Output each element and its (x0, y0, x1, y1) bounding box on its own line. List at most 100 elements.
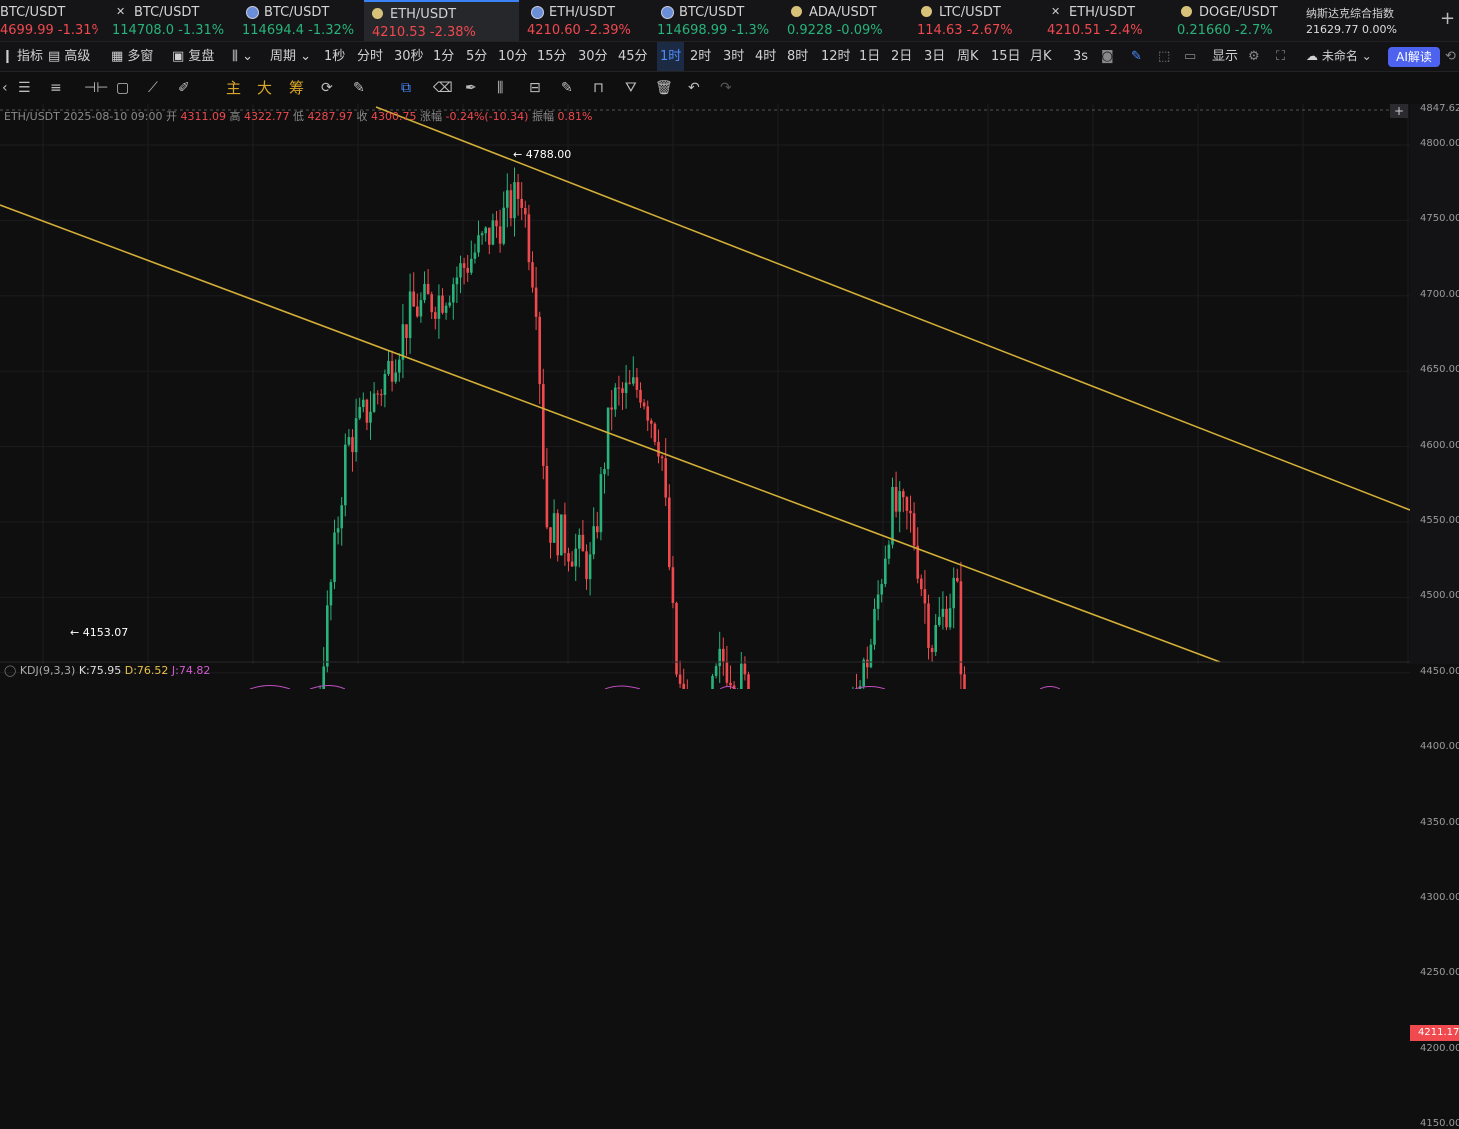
undo-icon[interactable]: ↶ (688, 78, 700, 98)
ticker-btc-usdt-1[interactable]: ✕ BTC/USDT 114708.0 -1.31% (112, 0, 240, 41)
add-ticker-icon[interactable]: + (1440, 8, 1455, 29)
period-4[interactable]: 5分 (466, 42, 487, 71)
ruler-icon[interactable]: ✐ (178, 78, 190, 98)
segment-icon[interactable]: ⊣⊢ (84, 78, 108, 98)
ticker---10[interactable]: 纳斯达克综合指数 21629.77 0.00% (1306, 0, 1424, 41)
period-12[interactable]: 4时 (755, 42, 776, 71)
horizontal-lines-icon[interactable]: ☰ (18, 78, 31, 98)
ticker-btc-usdt-2[interactable]: BTC/USDT 114694.4 -1.32% (242, 0, 362, 41)
share-icon[interactable]: ⟲ (1445, 42, 1456, 71)
ticker-doge-usdt-9[interactable]: DOGE/USDT 0.21660 -2.7% (1177, 0, 1305, 41)
magnet-icon[interactable]: ⊓ (593, 78, 604, 98)
period-6[interactable]: 15分 (537, 42, 567, 71)
parallel-lines-icon[interactable]: ≡ (50, 78, 62, 98)
period-17[interactable]: 3日 (924, 42, 945, 71)
lock-icon[interactable]: ⊟ (529, 78, 541, 98)
candle-body (560, 514, 563, 556)
candle-body (480, 233, 484, 236)
pencil-icon[interactable]: ✎ (1131, 42, 1142, 71)
chart-type-button[interactable]: ⫼ ⌄ (232, 42, 253, 71)
candle-body (711, 675, 714, 689)
candle-body (905, 497, 909, 511)
ticker-name: DOGE/USDT (1199, 5, 1278, 20)
sync-icon[interactable]: ⟳ (321, 78, 333, 98)
period-dropdown[interactable]: 周期 ⌄ (270, 42, 311, 71)
trendline-tool-icon[interactable]: ⟋ (148, 78, 158, 98)
period-19[interactable]: 15日 (991, 42, 1021, 71)
candle-body (747, 674, 750, 689)
pen-tool-icon[interactable]: ✎ (353, 78, 365, 98)
add-price-alert-icon[interactable]: + (1390, 104, 1408, 118)
ai-interpret-button[interactable]: AI解读 (1388, 47, 1440, 67)
main-chart-toggle[interactable]: 主 (226, 78, 241, 98)
period-14[interactable]: 12时 (821, 42, 851, 71)
period-18[interactable]: 周K (957, 42, 979, 71)
window-icon[interactable]: ▭ (1184, 42, 1196, 71)
candle-body (639, 389, 642, 403)
ticker-btc-usdt-0[interactable]: BTC/USDT 4699.99 -1.31% (0, 0, 98, 41)
price-chart[interactable]: ← 4788.00 ← 4153.07 (0, 104, 1459, 689)
period-20[interactable]: 月K (1030, 42, 1052, 71)
period-15[interactable]: 1日 (859, 42, 880, 71)
refresh-interval-button[interactable]: 3s (1073, 42, 1088, 71)
kdj-indicator[interactable]: ◯ KDJ(9,3,3) K:75.95 D:76.52 J:74.82 (4, 664, 210, 677)
display-button[interactable]: 显示 (1212, 42, 1238, 71)
rectangle-icon[interactable]: ▢ (116, 78, 129, 98)
ticker-eth-usdt-8[interactable]: ✕ ETH/USDT 4210.51 -2.4% (1047, 0, 1175, 41)
ticker-ltc-usdt-7[interactable]: LTC/USDT 114.63 -2.67% (917, 0, 1045, 41)
multi-window-button[interactable]: ▦ 多窗 (111, 42, 153, 71)
trash-icon[interactable]: 🗑 (655, 78, 673, 98)
filter-icon[interactable]: ⛛ (625, 78, 637, 98)
globe-icon (246, 6, 259, 19)
candle-body (664, 458, 667, 498)
candle-body (585, 551, 588, 580)
ticker-bar: BTC/USDT 4699.99 -1.31% ✕ BTC/USDT 114708.0 … (0, 0, 1459, 42)
eraser-icon[interactable]: ⌫ (433, 78, 453, 98)
brush-icon[interactable]: ✒ (465, 78, 477, 98)
period-2[interactable]: 30秒 (394, 42, 424, 71)
redo-icon[interactable]: ↷ (720, 78, 732, 98)
candle-body (876, 594, 880, 609)
ticker-btc-usdt-5[interactable]: BTC/USDT 114698.99 -1.3% (657, 0, 785, 41)
period-1[interactable]: 分时 (357, 42, 383, 71)
period-8[interactable]: 45分 (618, 42, 648, 71)
kdj-toggle-icon[interactable]: ◯ (4, 664, 16, 677)
period-5[interactable]: 10分 (498, 42, 528, 71)
ticker-eth-usdt-4[interactable]: ETH/USDT 4210.60 -2.39% (527, 0, 655, 41)
globe-icon (661, 6, 674, 19)
ticker-ada-usdt-6[interactable]: ADA/USDT 0.9228 -0.09% (787, 0, 915, 41)
collapse-icon[interactable]: ‹ (2, 78, 8, 98)
period-3[interactable]: 1分 (433, 42, 454, 71)
period-11[interactable]: 3时 (723, 42, 744, 71)
advanced-button[interactable]: ▤ 高级 (48, 42, 90, 71)
candle-body (599, 474, 603, 533)
ohlc-info: ETH/USDT 2025-08-10 09:00 开 4311.09 高 43… (4, 108, 592, 124)
period-9[interactable]: 1时 (657, 42, 685, 71)
info-low-label: 低 (293, 110, 304, 123)
candle-body (369, 411, 372, 423)
expand-icon[interactable]: ⬚ (1158, 42, 1170, 71)
camera-icon[interactable]: ◙ (1101, 42, 1114, 71)
layout-name-button[interactable]: ☁ 未命名 ⌄ (1306, 42, 1372, 71)
period-13[interactable]: 8时 (787, 42, 808, 71)
fullscreen-icon[interactable]: ⛶ (1276, 42, 1285, 71)
chip-toggle[interactable]: 筹 (289, 78, 304, 98)
candle-body (344, 444, 347, 506)
replay-button[interactable]: ▣ 复盘 (172, 42, 214, 71)
candle-body (441, 295, 444, 313)
gear-icon[interactable]: ⚙ (1248, 42, 1260, 71)
ticker-eth-usdt-3[interactable]: ETH/USDT 4210.53 -2.38% (364, 0, 519, 41)
candle-body (484, 227, 487, 234)
period-7[interactable]: 30分 (578, 42, 608, 71)
big-order-toggle[interactable]: 大 (257, 78, 272, 98)
bars-icon[interactable]: ⫼ (497, 78, 503, 98)
copy-icon[interactable]: ⧉ (401, 78, 411, 98)
period-16[interactable]: 2日 (891, 42, 912, 71)
candle-body (866, 659, 869, 668)
candle-body (718, 648, 721, 667)
indicators-button[interactable]: ❙ 指标 (2, 42, 43, 71)
period-0[interactable]: 1秒 (324, 42, 345, 71)
note-icon[interactable]: ✎ (561, 78, 573, 98)
period-10[interactable]: 2时 (690, 42, 711, 71)
ticker-name: BTC/USDT (264, 5, 330, 20)
